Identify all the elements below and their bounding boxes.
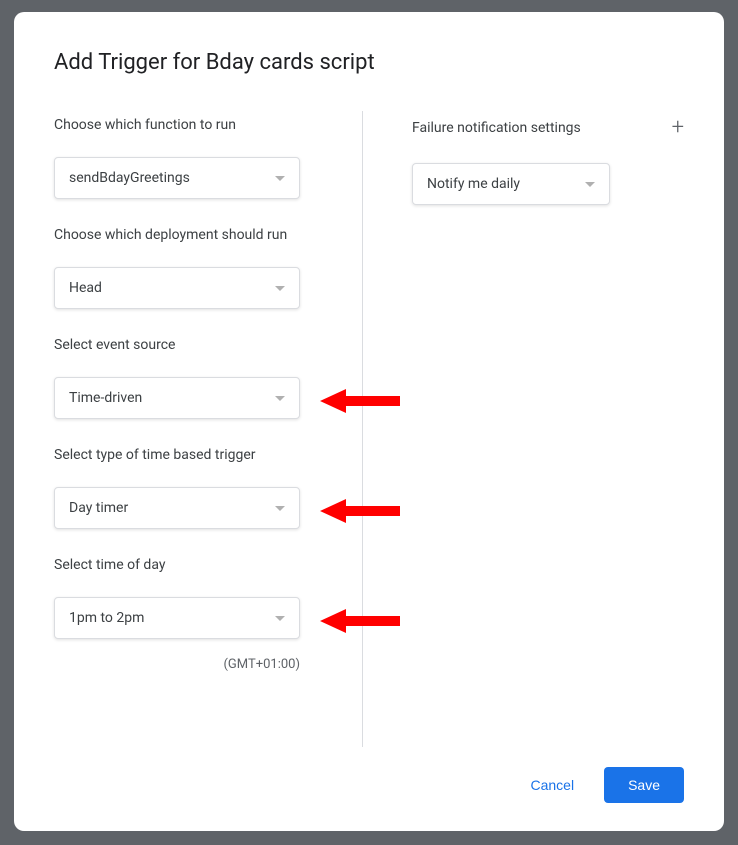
trigger-type-field: Select type of time based trigger Day ti…	[54, 447, 316, 529]
time-of-day-value: 1pm to 2pm	[69, 610, 144, 626]
event-source-field: Select event source Time-driven	[54, 337, 316, 419]
trigger-type-value: Day timer	[69, 500, 128, 516]
event-source-dropdown[interactable]: Time-driven	[54, 377, 300, 419]
trigger-dialog: Add Trigger for Bday cards script Choose…	[14, 12, 724, 831]
function-label: Choose which function to run	[54, 117, 316, 133]
time-of-day-label: Select time of day	[54, 557, 316, 573]
deployment-label: Choose which deployment should run	[54, 227, 316, 243]
function-field: Choose which function to run sendBdayGre…	[54, 117, 316, 199]
event-source-value: Time-driven	[69, 390, 142, 406]
time-of-day-field: Select time of day 1pm to 2pm (GMT+01:00…	[54, 557, 316, 672]
left-column: Choose which function to run sendBdayGre…	[54, 117, 364, 755]
deployment-dropdown[interactable]: Head	[54, 267, 300, 309]
dialog-footer: Cancel Save	[54, 767, 684, 803]
chevron-down-icon	[275, 286, 285, 291]
chevron-down-icon	[275, 506, 285, 511]
chevron-down-icon	[275, 396, 285, 401]
function-dropdown[interactable]: sendBdayGreetings	[54, 157, 300, 199]
chevron-down-icon	[585, 182, 595, 187]
cancel-button[interactable]: Cancel	[510, 767, 594, 803]
timezone-text: (GMT+01:00)	[54, 657, 300, 672]
event-source-label: Select event source	[54, 337, 316, 353]
failure-dropdown[interactable]: Notify me daily	[412, 163, 610, 205]
trigger-type-dropdown[interactable]: Day timer	[54, 487, 300, 529]
column-divider	[362, 111, 363, 747]
dialog-title: Add Trigger for Bday cards script	[54, 50, 684, 75]
deployment-field: Choose which deployment should run Head	[54, 227, 316, 309]
chevron-down-icon	[275, 176, 285, 181]
save-button[interactable]: Save	[604, 767, 684, 803]
function-value: sendBdayGreetings	[69, 170, 190, 186]
failure-header: Failure notification settings +	[412, 117, 684, 139]
failure-value: Notify me daily	[427, 176, 520, 192]
trigger-type-label: Select type of time based trigger	[54, 447, 316, 463]
chevron-down-icon	[275, 616, 285, 621]
deployment-value: Head	[69, 280, 102, 296]
failure-label: Failure notification settings	[412, 120, 581, 136]
content-row: Choose which function to run sendBdayGre…	[54, 117, 684, 755]
time-of-day-dropdown[interactable]: 1pm to 2pm	[54, 597, 300, 639]
right-column: Failure notification settings + Notify m…	[364, 117, 684, 755]
plus-icon[interactable]: +	[672, 117, 684, 139]
